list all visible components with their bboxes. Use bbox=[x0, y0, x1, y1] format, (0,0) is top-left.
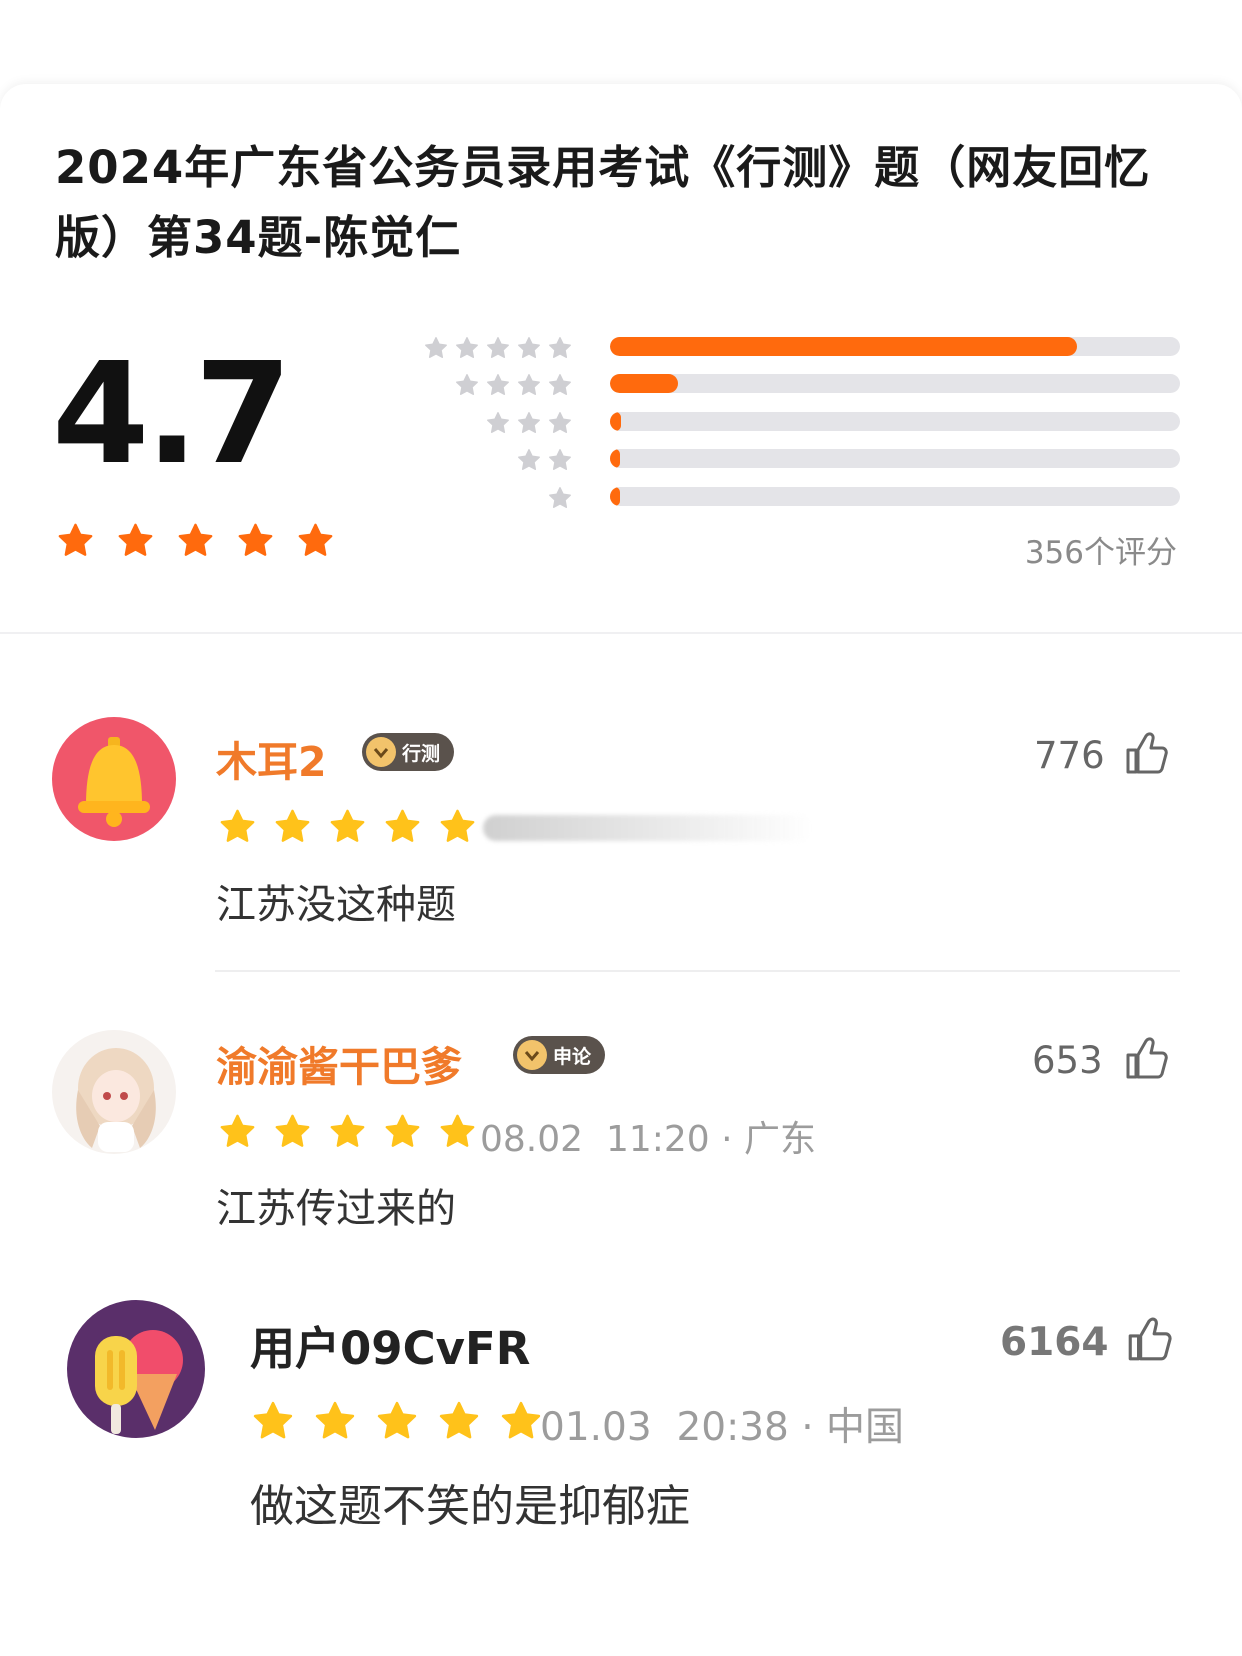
distribution-row bbox=[0, 411, 1242, 433]
star-icon bbox=[385, 809, 420, 842]
distribution-row bbox=[0, 373, 1242, 395]
distribution-bar-fill bbox=[610, 487, 621, 506]
blurred-meta bbox=[483, 815, 813, 841]
review-stars bbox=[219, 808, 476, 845]
star-icon bbox=[58, 523, 93, 556]
star-icon bbox=[440, 809, 475, 842]
distribution-bar bbox=[610, 337, 1180, 356]
small-star-icon bbox=[518, 337, 540, 358]
star-icon bbox=[385, 1114, 420, 1147]
ice-cream-icon bbox=[95, 1330, 183, 1434]
distribution-row bbox=[0, 486, 1242, 508]
review-text: 江苏没这种题 bbox=[216, 882, 456, 928]
distribution-stars bbox=[486, 411, 572, 435]
reviewer-name[interactable]: 木耳2 bbox=[216, 728, 327, 788]
review-meta: 01.03 20:38 · 中国 bbox=[540, 1405, 905, 1450]
thumbs-up-icon[interactable] bbox=[1122, 728, 1172, 778]
small-star-icon bbox=[549, 337, 571, 358]
small-star-icon bbox=[549, 487, 571, 508]
star-icon bbox=[220, 809, 255, 842]
badge-label: 行测 bbox=[402, 742, 441, 765]
distribution-bar-fill bbox=[610, 449, 621, 468]
distribution-stars bbox=[517, 448, 572, 472]
star-icon bbox=[220, 1114, 255, 1147]
small-star-icon bbox=[518, 449, 540, 470]
small-star-icon bbox=[425, 337, 447, 358]
bell-icon bbox=[78, 737, 150, 827]
star-icon bbox=[440, 1114, 475, 1147]
question-title: 2024年广东省公务员录用考试《行测》题（网友回忆版）第34题-陈觉仁 bbox=[55, 141, 1151, 264]
distribution-bar bbox=[610, 487, 1180, 506]
section-divider bbox=[0, 632, 1242, 634]
star-icon bbox=[330, 809, 365, 842]
star-icon bbox=[253, 1401, 293, 1439]
subject-badge: 行测 bbox=[362, 733, 455, 771]
subject-badge: 申论 bbox=[513, 1036, 606, 1074]
review-separator bbox=[215, 970, 1180, 972]
review-text: 做这题不笑的是抑郁症 bbox=[250, 1481, 690, 1532]
distribution-row bbox=[0, 336, 1242, 358]
review-stars bbox=[219, 1113, 476, 1150]
star-icon bbox=[501, 1401, 541, 1439]
star-icon bbox=[298, 523, 333, 556]
rating-count: 356个评分 bbox=[1024, 535, 1177, 571]
small-star-icon bbox=[487, 337, 509, 358]
average-stars bbox=[57, 522, 334, 559]
review-text: 江苏传过来的 bbox=[216, 1186, 456, 1232]
small-star-icon bbox=[487, 412, 509, 433]
small-star-icon bbox=[487, 374, 509, 395]
thumbs-up-icon[interactable] bbox=[1122, 1033, 1172, 1083]
small-star-icon bbox=[456, 337, 478, 358]
small-star-icon bbox=[456, 374, 478, 395]
reviewer-name[interactable]: 用户09CvFR bbox=[250, 1312, 530, 1377]
star-icon bbox=[275, 1114, 310, 1147]
distribution-bar bbox=[610, 374, 1180, 393]
small-star-icon bbox=[518, 374, 540, 395]
small-star-icon bbox=[549, 449, 571, 470]
distribution-bar-fill bbox=[610, 337, 1078, 356]
distribution-bar-fill bbox=[610, 412, 622, 431]
distribution-bar bbox=[610, 449, 1180, 468]
star-icon bbox=[275, 809, 310, 842]
anime-avatar[interactable] bbox=[52, 1030, 176, 1154]
star-icon bbox=[439, 1401, 479, 1439]
badge-shield-icon bbox=[366, 737, 396, 767]
bell-avatar[interactable] bbox=[52, 717, 176, 841]
star-icon bbox=[178, 523, 213, 556]
like-count: 6164 bbox=[1000, 1320, 1109, 1365]
star-icon bbox=[118, 523, 153, 556]
reviewer-name[interactable]: 渝渝酱干巴爹 bbox=[216, 1033, 462, 1093]
small-star-icon bbox=[518, 412, 540, 433]
small-star-icon bbox=[549, 374, 571, 395]
star-icon bbox=[238, 523, 273, 556]
distribution-stars bbox=[424, 336, 572, 360]
distribution-row bbox=[0, 448, 1242, 470]
like-count: 653 bbox=[1032, 1039, 1103, 1082]
like-count: 776 bbox=[1034, 734, 1105, 777]
anime-character-icon bbox=[76, 1048, 156, 1152]
star-icon bbox=[330, 1114, 365, 1147]
distribution-bar bbox=[610, 412, 1180, 431]
thumbs-up-icon[interactable] bbox=[1124, 1313, 1176, 1365]
star-icon bbox=[315, 1401, 355, 1439]
review-stars bbox=[252, 1400, 542, 1442]
icecream-avatar[interactable] bbox=[67, 1300, 205, 1438]
star-icon bbox=[377, 1401, 417, 1439]
distribution-stars bbox=[455, 373, 572, 397]
badge-shield-icon bbox=[517, 1040, 547, 1070]
small-star-icon bbox=[549, 412, 571, 433]
distribution-bar-fill bbox=[610, 374, 679, 393]
badge-label: 申论 bbox=[553, 1045, 592, 1068]
distribution-stars bbox=[548, 486, 572, 510]
review-meta: 08.02 11:20 · 广东 bbox=[480, 1119, 817, 1160]
